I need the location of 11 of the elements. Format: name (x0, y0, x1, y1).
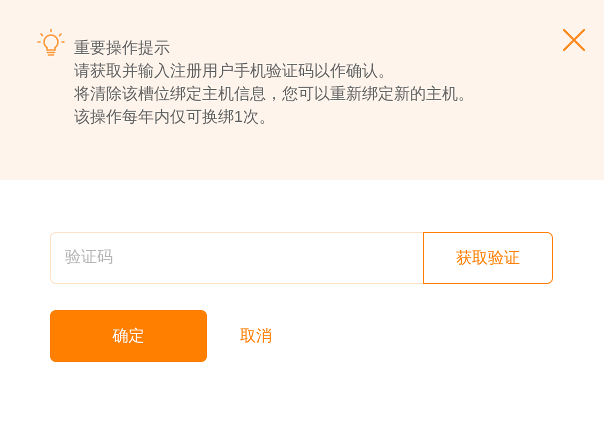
notice-text: 将清除该槽位绑定主机信息，您可以重新绑定新的主机。 (74, 84, 475, 105)
close-icon (562, 28, 586, 52)
lightbulb-icon (36, 28, 66, 58)
notice-text: 请获取并输入注册用户手机验证码以作确认。 (74, 62, 395, 82)
close-button[interactable] (562, 28, 586, 52)
cancel-button[interactable]: 取消 (240, 326, 272, 346)
get-code-button[interactable]: 获取验证 (423, 232, 553, 284)
confirm-button[interactable]: 确定 (50, 310, 207, 362)
notice-text: 该操作每年内仅可换绑1次。 (74, 108, 276, 128)
notice-title: 重要操作提示 (74, 38, 171, 59)
verification-code-field[interactable]: 验证码 (50, 232, 423, 284)
